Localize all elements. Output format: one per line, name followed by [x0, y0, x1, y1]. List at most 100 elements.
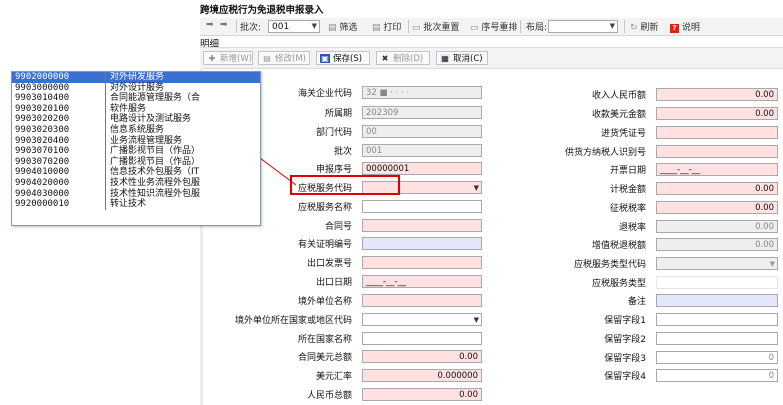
cert-no-field[interactable] — [362, 237, 482, 250]
reserve3-label: 保留字段3 — [604, 354, 646, 364]
top-toolbar: ➡ ➡ 批次: 001 ▼ ▤ 筛选 ▤ 打印 ▭ 批次重置 ▭ 序号重排 布局:… — [200, 18, 783, 36]
tax-basis-label: 计税金额 — [609, 185, 646, 195]
export-invoice-field[interactable] — [362, 256, 482, 269]
dropdown-option[interactable]: 9904020000 技术性业务流程外包服 — [12, 178, 260, 189]
dropdown-option[interactable]: 9903020200 电路设计及测试服务 — [12, 114, 260, 126]
service-name-label: 应税服务名称 — [297, 203, 352, 213]
export-date-label: 出口日期 — [315, 278, 352, 288]
overseas-country-code-select[interactable]: ▼ — [362, 313, 482, 326]
add-button[interactable]: ✚ 新增(W) — [203, 51, 253, 65]
dropdown-option[interactable]: 9903020300 信息系统服务 — [12, 125, 260, 136]
refund-rate-field[interactable]: 0.00 — [656, 220, 778, 233]
dropdown-option[interactable]: 9902000000 对外研发服务 — [12, 72, 260, 83]
refund-rate-label: 退税率 — [618, 223, 646, 233]
batch-reset-button[interactable]: ▭ 批次重置 — [412, 20, 459, 33]
invoice-date-label: 开票日期 — [609, 166, 646, 176]
filter-icon: ▤ — [328, 23, 337, 33]
service-type-field[interactable] — [656, 276, 778, 289]
batch-field[interactable]: 001 — [362, 144, 482, 157]
service-type-code-label: 应税服务类型代码 — [573, 260, 646, 270]
save-button[interactable]: ▣ 保存(S) — [316, 51, 370, 65]
service-code-dropdown-list[interactable]: 9902000000 对外研发服务 9903000000 对外设计服务 990301… — [11, 71, 261, 226]
back-arrow-icon[interactable]: ➡ — [206, 20, 214, 30]
print-button[interactable]: ▤ 打印 — [372, 20, 401, 33]
reserve3-field[interactable]: 0 — [656, 351, 778, 364]
help-icon: ? — [670, 24, 679, 33]
country-name-field[interactable] — [362, 332, 482, 345]
reserve2-field[interactable] — [656, 332, 778, 345]
reserve4-label: 保留字段4 — [604, 372, 646, 382]
export-date-field[interactable]: ____-__-__ — [362, 275, 482, 288]
delete-icon: ✖ — [381, 54, 389, 63]
received-usd-field[interactable]: 0.00 — [656, 107, 778, 120]
reserve2-label: 保留字段2 — [604, 335, 646, 345]
dropdown-option[interactable]: 9903020100 软件服务 — [12, 103, 260, 115]
period-label: 所属期 — [324, 109, 352, 119]
refresh-button[interactable]: ↻ 刷新 — [630, 20, 658, 33]
reserve4-field[interactable]: 0 — [656, 369, 778, 382]
seq-reorder-button[interactable]: ▭ 序号重排 — [470, 20, 517, 33]
supplier-taxid-field[interactable] — [656, 145, 778, 158]
overseas-name-field[interactable] — [362, 294, 482, 307]
edit-button[interactable]: ▤ 修改(M) — [258, 51, 310, 65]
dropdown-option[interactable]: 9903070200 广播影视节目（作品） — [12, 156, 260, 168]
export-invoice-label: 出口发票号 — [306, 259, 352, 269]
filter-button[interactable]: ▤ 筛选 — [328, 20, 357, 33]
dropdown-option[interactable]: 9903020400 业务流程管理服务 — [12, 135, 260, 147]
invoice-date-field[interactable]: ____-__-__ — [656, 163, 778, 176]
cert-no-label: 有关证明编号 — [297, 240, 352, 250]
service-name-field[interactable] — [362, 200, 482, 213]
import-voucher-label: 进货凭证号 — [600, 129, 646, 139]
plus-icon: ✚ — [208, 54, 216, 63]
dept-code-field[interactable]: 00 — [362, 125, 482, 138]
income-rmb-label: 收入人民币额 — [591, 91, 646, 101]
edit-icon: ▤ — [263, 54, 271, 63]
printer-icon: ▤ — [372, 23, 381, 33]
forward-arrow-icon[interactable]: ➡ — [220, 20, 228, 30]
contract-no-label: 合同号 — [324, 222, 352, 232]
reserve1-label: 保留字段1 — [604, 316, 646, 326]
reorder-icon: ▭ — [470, 23, 479, 33]
dropdown-option[interactable]: 9904010000 信息技术外包服务（IT — [12, 167, 260, 179]
dropdown-option[interactable]: 9904030000 技术性知识流程外包服 — [12, 188, 260, 200]
service-type-code-select[interactable]: ▼ — [656, 257, 778, 270]
save-icon: ▣ — [320, 54, 330, 63]
reserve1-field[interactable] — [656, 313, 778, 326]
contract-usd-field[interactable]: 0.00 — [362, 350, 482, 363]
detail-toolbar: ✚ 新增(W) ▤ 修改(M) ▣ 保存(S) ✖ 删除(D) ▦ 取消(C) — [200, 47, 783, 69]
help-button[interactable]: ? 说明 — [670, 20, 700, 33]
chevron-down-icon: ▼ — [769, 260, 775, 268]
dropdown-option[interactable]: 9920000010 转让技术 — [12, 199, 260, 211]
enterprise-code-field[interactable]: 32 ■ · · · · — [362, 86, 482, 99]
dropdown-option[interactable]: 9903000000 对外设计服务 — [12, 82, 260, 94]
seq-field[interactable]: 00000001 — [362, 162, 482, 175]
levy-rate-field[interactable]: 0.00 — [656, 201, 778, 214]
vat-refund-field[interactable]: 0.00 — [656, 238, 778, 251]
window-title: 跨境应税行为免退税申报录入 — [200, 5, 324, 16]
import-voucher-field[interactable] — [656, 126, 778, 139]
cancel-button[interactable]: ▦ 取消(C) — [436, 51, 488, 65]
usd-rate-label: 美元汇率 — [315, 372, 352, 382]
chevron-down-icon: ▼ — [609, 22, 615, 30]
highlight-box — [290, 175, 400, 195]
dept-code-label: 部门代码 — [315, 128, 352, 138]
remark-field[interactable] — [656, 294, 778, 307]
country-name-label: 所在国家名称 — [297, 335, 352, 345]
supplier-taxid-label: 供货方纳税人识别号 — [564, 148, 646, 158]
dropdown-option[interactable]: 9903010400 合同能源管理服务（合 — [12, 93, 260, 105]
income-rmb-field[interactable]: 0.00 — [656, 88, 778, 101]
usd-rate-field[interactable]: 0.000000 — [362, 369, 482, 382]
layout-select[interactable]: ▼ — [548, 20, 618, 33]
rmb-total-label: 人民币总额 — [306, 391, 352, 401]
delete-button[interactable]: ✖ 删除(D) — [376, 51, 430, 65]
reset-icon: ▭ — [412, 23, 421, 33]
batch-select[interactable]: 001 ▼ — [268, 20, 320, 33]
rmb-total-field[interactable]: 0.00 — [362, 388, 482, 401]
overseas-name-label: 境外单位名称 — [297, 297, 352, 307]
vat-refund-label: 增值税退税额 — [591, 241, 646, 251]
tax-basis-field[interactable]: 0.00 — [656, 182, 778, 195]
period-field[interactable]: 202309 — [362, 106, 482, 119]
dropdown-option[interactable]: 9903070100 广播影视节目（作品） — [12, 146, 260, 158]
contract-usd-label: 合同美元总额 — [297, 353, 352, 363]
contract-no-field[interactable] — [362, 219, 482, 232]
